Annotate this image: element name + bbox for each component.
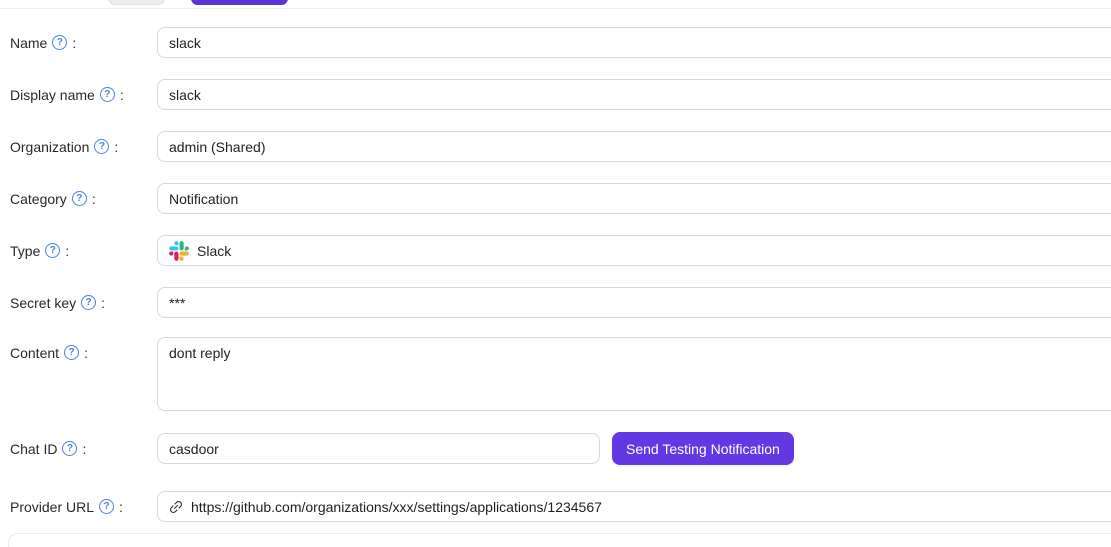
help-icon[interactable]: ? <box>94 139 110 154</box>
secret-key-input[interactable] <box>157 287 1111 318</box>
secret-key-label: Secret key ? : <box>10 287 157 318</box>
help-icon[interactable]: ? <box>64 345 80 360</box>
category-label-text: Category <box>10 190 67 207</box>
organization-label-text: Organization <box>10 138 90 155</box>
organization-select-value: admin (Shared) <box>169 138 266 155</box>
link-icon <box>169 500 182 513</box>
next-section-edge <box>8 533 1111 547</box>
category-select[interactable]: Notification <box>157 183 1111 214</box>
name-input[interactable] <box>157 27 1111 58</box>
content-label: Content ? : <box>10 337 157 368</box>
help-icon[interactable]: ? <box>99 499 115 514</box>
content-textarea[interactable]: dont reply <box>157 337 1111 411</box>
help-icon[interactable]: ? <box>62 441 78 456</box>
chat-id-input[interactable] <box>157 433 600 464</box>
provider-url-label: Provider URL ? : <box>10 491 157 522</box>
label-colon: : <box>119 498 123 515</box>
category-label: Category ? : <box>10 183 157 214</box>
name-label: Name ? : <box>10 27 157 58</box>
label-colon: : <box>84 344 88 361</box>
label-colon: : <box>65 242 70 259</box>
type-select-value: Slack <box>197 242 232 259</box>
label-colon: : <box>72 34 77 51</box>
label-colon: : <box>119 86 124 103</box>
chat-id-label: Chat ID ? : <box>10 433 157 464</box>
tab-remnant[interactable] <box>108 0 165 5</box>
send-testing-notification-button[interactable]: Send Testing Notification <box>612 432 794 465</box>
secret-key-label-text: Secret key <box>10 294 77 311</box>
label-colon: : <box>82 440 87 457</box>
help-icon[interactable]: ? <box>99 87 115 102</box>
category-select-value: Notification <box>169 190 239 207</box>
content-label-text: Content <box>10 344 60 361</box>
organization-label: Organization ? : <box>10 131 157 162</box>
organization-select[interactable]: admin (Shared) <box>157 131 1111 162</box>
label-colon: : <box>91 190 96 207</box>
type-label-text: Type <box>10 242 41 259</box>
provider-url-label-text: Provider URL <box>10 498 95 515</box>
help-icon[interactable]: ? <box>45 243 61 258</box>
header-divider <box>0 8 1111 9</box>
type-label: Type ? : <box>10 235 157 266</box>
help-icon[interactable]: ? <box>52 35 68 50</box>
label-colon: : <box>101 294 106 311</box>
help-icon[interactable]: ? <box>81 295 97 310</box>
help-icon[interactable]: ? <box>71 191 87 206</box>
type-select[interactable]: Slack <box>157 235 1111 266</box>
label-colon: : <box>114 138 119 155</box>
display-name-label-text: Display name <box>10 86 95 103</box>
provider-edit-form: Name ? : Display name ? : Organization ?… <box>0 0 1111 547</box>
display-name-label: Display name ? : <box>10 79 157 110</box>
name-label-text: Name <box>10 34 48 51</box>
slack-logo-icon <box>169 240 189 261</box>
display-name-input[interactable] <box>157 79 1111 110</box>
provider-url-field[interactable] <box>157 491 1111 522</box>
active-tab-indicator[interactable] <box>191 0 288 5</box>
provider-url-input[interactable] <box>191 492 1109 521</box>
chat-id-label-text: Chat ID <box>10 440 58 457</box>
